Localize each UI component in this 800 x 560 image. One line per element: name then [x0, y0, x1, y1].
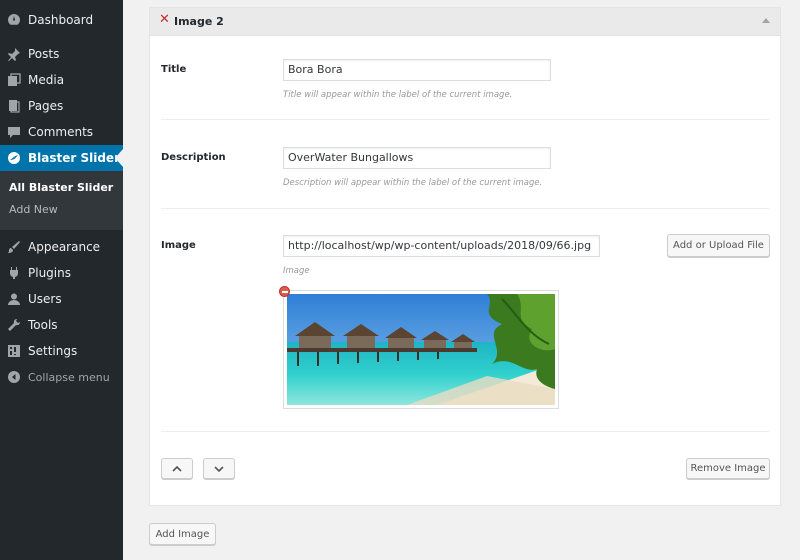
- blaster-slider-submenu: All Blaster Slider Add New: [0, 171, 123, 230]
- description-input[interactable]: OverWater Bungallows: [283, 147, 551, 169]
- collapse-label: Collapse menu: [28, 370, 110, 384]
- image-label: Image: [161, 240, 196, 251]
- menu-plugins[interactable]: Plugins: [0, 260, 123, 286]
- menu-users[interactable]: Users: [0, 286, 123, 312]
- image-preview: [283, 290, 559, 409]
- wrench-icon: [7, 318, 21, 332]
- pin-icon: [7, 47, 21, 61]
- settings-icon: [7, 344, 21, 358]
- move-up-button[interactable]: [161, 458, 193, 479]
- menu-label: Tools: [28, 318, 58, 332]
- collapse-menu-button[interactable]: Collapse menu: [0, 364, 123, 390]
- remove-x-icon[interactable]: ✕: [159, 12, 170, 27]
- panel-title: Image 2: [174, 15, 224, 28]
- user-icon: [7, 292, 21, 306]
- menu-label: Appearance: [28, 240, 101, 254]
- submenu-all-blaster-slider[interactable]: All Blaster Slider: [9, 181, 113, 194]
- plugin-icon: [7, 266, 21, 280]
- menu-label: Blaster Slider: [28, 151, 120, 165]
- menu-label: Pages: [28, 99, 64, 113]
- description-hint: Description will appear within the label…: [283, 178, 543, 188]
- divider: [161, 119, 769, 120]
- add-image-button[interactable]: Add Image: [149, 523, 216, 545]
- image-hint: Image: [283, 266, 310, 276]
- menu-blaster-slider[interactable]: Blaster Slider: [0, 145, 123, 171]
- active-indicator: [115, 149, 123, 167]
- panel-header[interactable]: ✕ Image 2: [150, 8, 780, 36]
- brush-icon: [7, 240, 21, 254]
- menu-dashboard[interactable]: Dashboard: [0, 7, 123, 33]
- menu-label: Plugins: [28, 266, 71, 280]
- menu-label: Comments: [28, 125, 94, 139]
- dashboard-icon: [7, 13, 21, 27]
- remove-image-button[interactable]: Remove Image: [686, 458, 770, 479]
- menu-comments[interactable]: Comments: [0, 119, 123, 145]
- move-down-button[interactable]: [203, 458, 235, 479]
- chevron-down-icon: [214, 465, 224, 472]
- menu-label: Settings: [28, 344, 78, 358]
- admin-sidebar: Dashboard Posts Media Pages Comments Bla…: [0, 0, 123, 560]
- title-input[interactable]: Bora Bora: [283, 59, 551, 81]
- menu-label: Dashboard: [28, 13, 94, 27]
- collapse-arrow-icon[interactable]: [762, 18, 770, 23]
- add-or-upload-file-button[interactable]: Add or Upload File: [667, 234, 770, 257]
- menu-appearance[interactable]: Appearance: [0, 234, 123, 260]
- menu-label: Posts: [28, 47, 60, 61]
- chevron-up-icon: [172, 465, 182, 472]
- menu-pages[interactable]: Pages: [0, 93, 123, 119]
- image-panel: ✕ Image 2 Title Bora Bora Title will app…: [149, 7, 781, 506]
- remove-image-badge-icon[interactable]: [279, 286, 290, 297]
- menu-label: Users: [28, 292, 62, 306]
- menu-label: Media: [28, 73, 65, 87]
- media-icon: [7, 73, 21, 87]
- title-hint: Title will appear within the label of th…: [283, 90, 513, 100]
- slider-icon: [7, 151, 21, 165]
- collapse-icon: [7, 370, 21, 384]
- menu-tools[interactable]: Tools: [0, 312, 123, 338]
- divider: [161, 431, 769, 432]
- pages-icon: [7, 99, 21, 113]
- comment-icon: [7, 125, 21, 139]
- title-label: Title: [161, 64, 187, 75]
- submenu-add-new[interactable]: Add New: [9, 203, 58, 216]
- overwater-bungalows-photo: [287, 294, 555, 405]
- menu-posts[interactable]: Posts: [0, 41, 123, 67]
- description-label: Description: [161, 152, 226, 163]
- image-url-input[interactable]: http://localhost/wp/wp-content/uploads/2…: [283, 235, 600, 257]
- divider: [161, 208, 769, 209]
- menu-media[interactable]: Media: [0, 67, 123, 93]
- menu-settings[interactable]: Settings: [0, 338, 123, 364]
